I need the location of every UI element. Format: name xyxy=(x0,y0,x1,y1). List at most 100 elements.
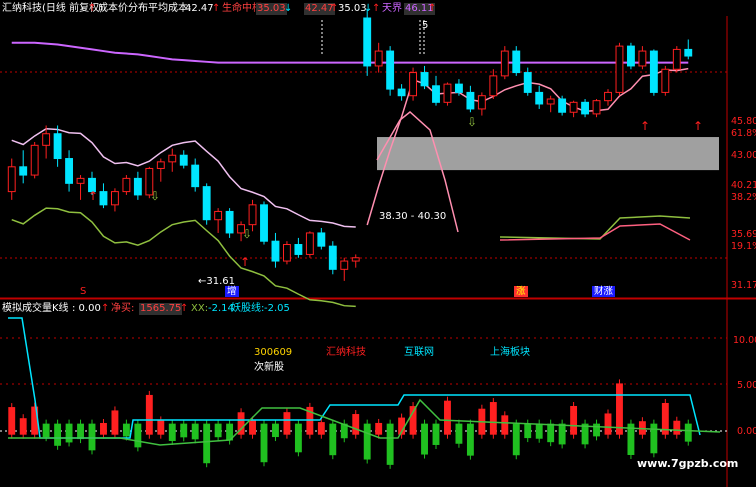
candle-body xyxy=(489,75,498,97)
candle xyxy=(592,99,601,118)
candle-body xyxy=(30,144,39,176)
volume-bar xyxy=(661,398,669,439)
volume-bar xyxy=(535,419,543,443)
volume-bar xyxy=(627,419,635,459)
volume-bar xyxy=(432,419,440,449)
candle-body xyxy=(271,240,280,262)
lower-band-line xyxy=(11,207,356,308)
life-line-series xyxy=(11,41,689,64)
stock-chart[interactable]: ↑ ↑ ↑ ↑ ⇩ ⇩ ⇩ xyxy=(0,0,756,487)
volume-bar xyxy=(570,401,578,439)
sector-name: 互联网 xyxy=(404,347,434,358)
badge-zeng: 增 xyxy=(225,286,239,297)
price-axis-label: 19.1% xyxy=(731,241,756,252)
candle xyxy=(512,46,521,76)
volume-bar xyxy=(8,403,16,439)
volume-body xyxy=(157,420,165,435)
volume-body xyxy=(673,420,681,435)
candle xyxy=(443,82,452,106)
signal-arrow-icon: ⇩ xyxy=(150,189,160,203)
volume-bar xyxy=(306,402,314,439)
volume-body xyxy=(42,423,50,438)
volume-bar xyxy=(191,419,199,444)
signal-arrow-icon: ↑ xyxy=(240,255,250,269)
volume-body xyxy=(409,406,417,435)
candle xyxy=(122,175,131,195)
signal-arrow-icon: ↑ xyxy=(88,189,98,203)
volume-bar xyxy=(272,419,279,442)
candle-body xyxy=(466,91,475,110)
volume-body xyxy=(570,405,578,435)
volume-bar xyxy=(260,419,268,467)
volume-bar xyxy=(455,419,463,448)
candle-body xyxy=(558,98,567,113)
candle xyxy=(581,99,590,118)
arrow-up-icon: ↑ xyxy=(428,3,437,14)
candle-body xyxy=(305,232,314,255)
volume-body xyxy=(650,423,658,454)
olive-trend-line xyxy=(499,215,691,240)
candle xyxy=(76,175,85,200)
arrow-down-icon: ↓ xyxy=(284,3,293,14)
volume-body xyxy=(19,418,27,435)
watermark: www.7gpzb.com xyxy=(637,457,739,470)
volume-bar xyxy=(363,419,371,464)
volume-bar xyxy=(111,406,119,439)
candle-body xyxy=(420,72,429,87)
candle-body xyxy=(386,50,395,90)
candle-body xyxy=(615,45,624,93)
volume-body xyxy=(317,422,325,435)
candle xyxy=(53,125,62,167)
volume-bar xyxy=(352,410,360,439)
volume-bar xyxy=(283,408,291,439)
volume-body xyxy=(547,423,555,443)
volume-body xyxy=(466,423,474,456)
candle-body xyxy=(454,83,463,93)
volume-body xyxy=(604,413,612,435)
candle xyxy=(65,150,74,192)
volume-bar xyxy=(88,419,96,455)
candle xyxy=(282,241,291,265)
volume-bar xyxy=(214,419,222,442)
candle xyxy=(225,208,234,238)
candle xyxy=(156,158,165,182)
candle xyxy=(604,89,612,106)
candle xyxy=(500,46,509,80)
volume-bar xyxy=(673,416,681,439)
candle-body xyxy=(65,158,74,184)
volume-body xyxy=(352,414,360,435)
volume-bar xyxy=(168,419,176,445)
candle-body xyxy=(409,72,418,97)
price-axis-label: 45.80 xyxy=(731,116,756,127)
candle xyxy=(546,95,555,113)
volume-body xyxy=(272,423,279,438)
candle-body xyxy=(99,191,108,206)
candle xyxy=(386,46,395,96)
candle xyxy=(340,257,349,281)
volume-bar xyxy=(317,418,325,439)
candle xyxy=(489,69,498,100)
signal-arrow-icon: ⇩ xyxy=(467,115,477,129)
volume-bar xyxy=(386,419,394,469)
net-buy-value: 1565.75 xyxy=(139,303,183,315)
candle-body xyxy=(363,17,372,67)
volume-body xyxy=(54,423,62,446)
volume-body xyxy=(512,423,520,456)
candle-body xyxy=(638,50,647,67)
volume-body xyxy=(386,423,394,465)
volume-body xyxy=(363,423,371,460)
volume-bar xyxy=(237,408,245,439)
signal-arrow-icon: ⇩ xyxy=(242,227,252,241)
price-axis-label: 43.00 xyxy=(731,150,756,161)
candle xyxy=(420,65,429,90)
candle xyxy=(19,150,28,184)
price-axis-label: 38.2% xyxy=(731,192,756,203)
stock-tag: 次新股 xyxy=(254,362,284,373)
volume-body xyxy=(180,423,188,438)
volume-bar xyxy=(145,390,153,439)
candle-body xyxy=(500,50,509,77)
volume-bar xyxy=(100,418,107,439)
candle-body xyxy=(672,48,681,70)
candle xyxy=(260,201,268,245)
net-buy-label: 净买: xyxy=(111,303,135,314)
